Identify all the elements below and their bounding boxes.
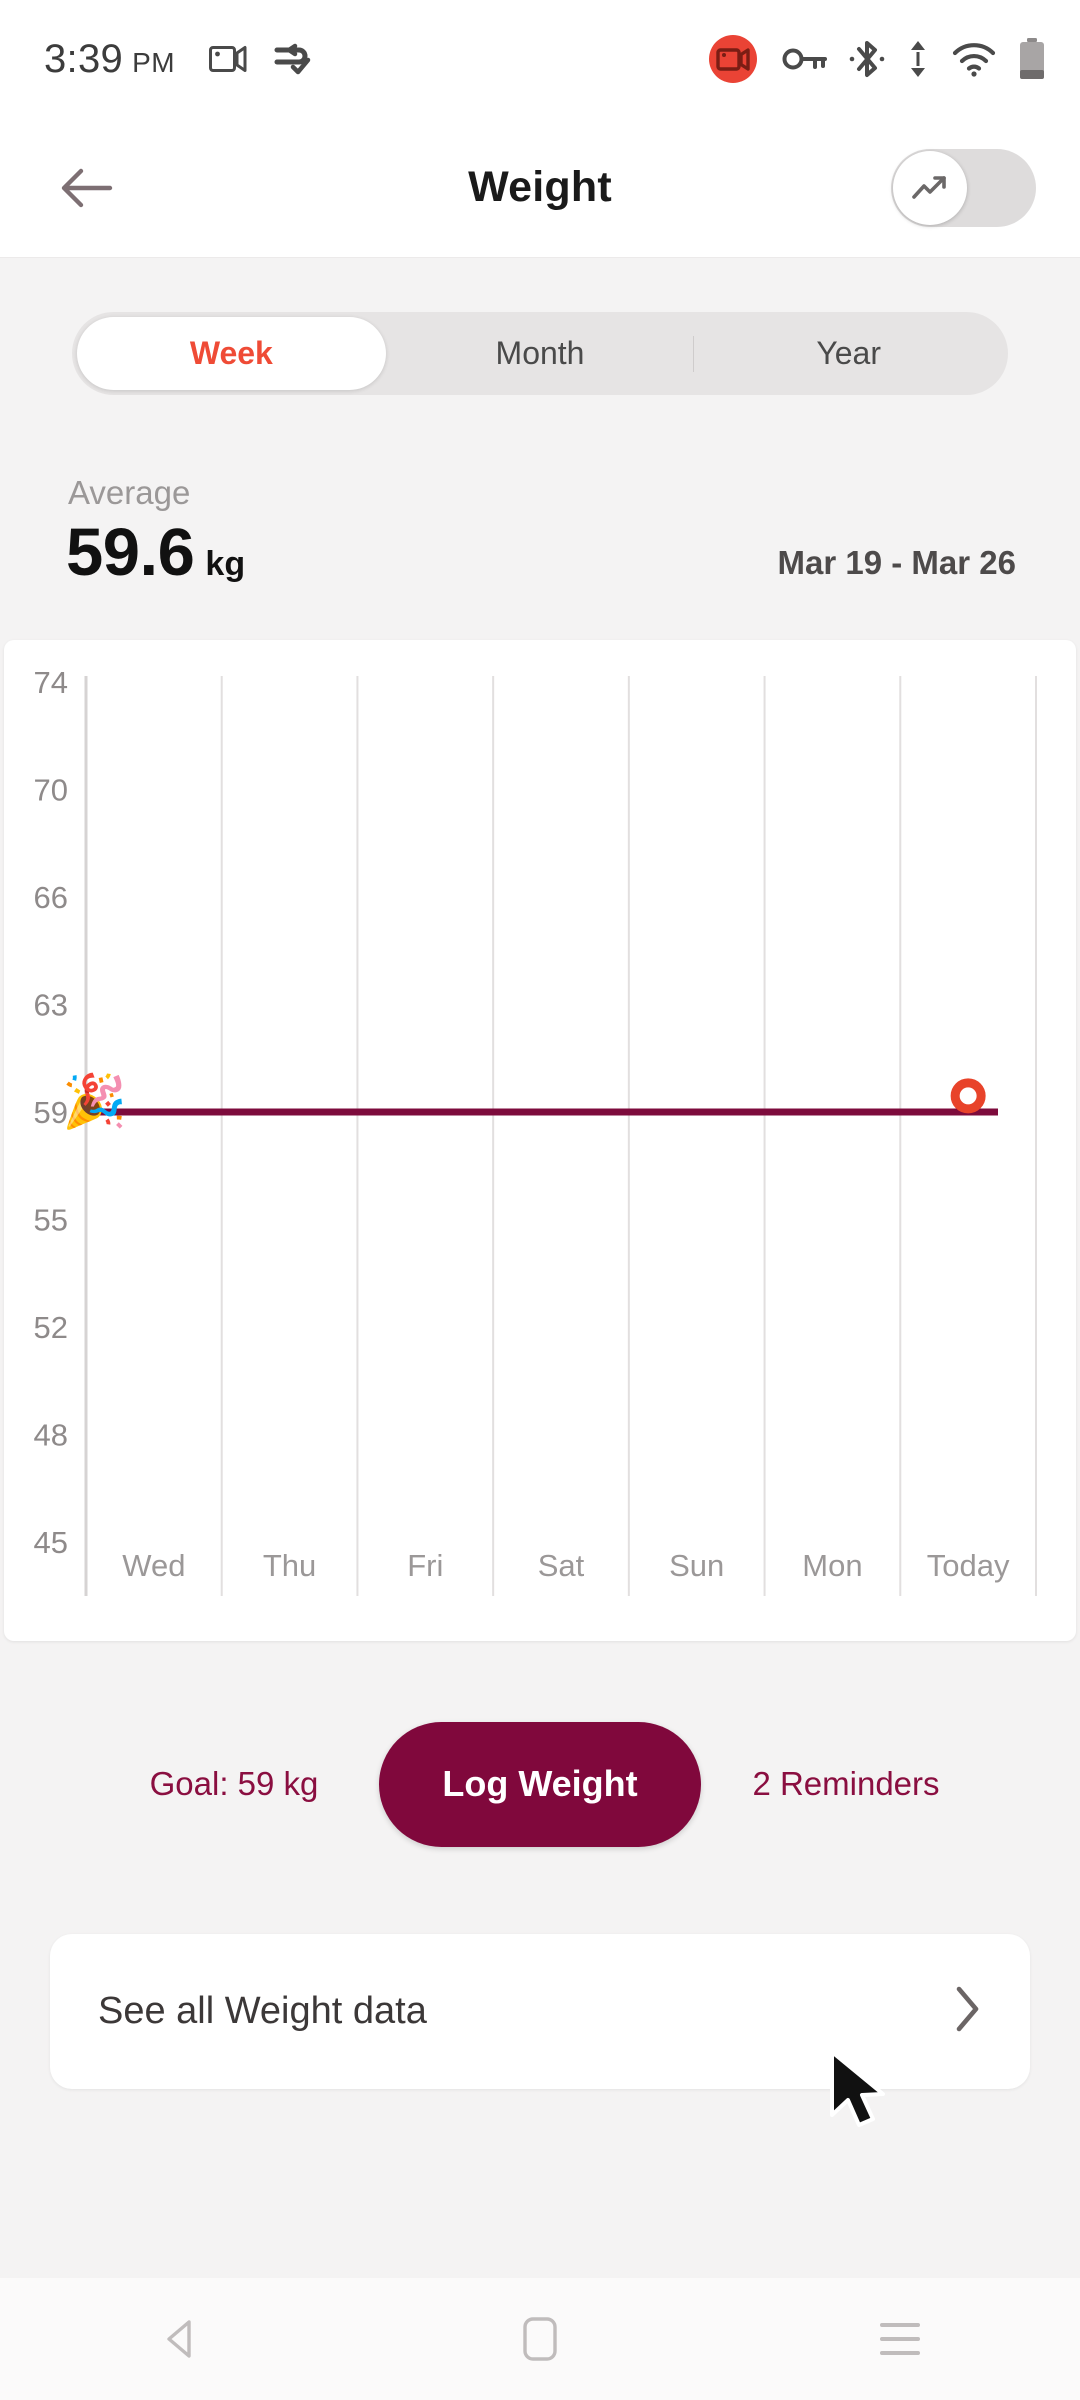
- svg-text:55: 55: [34, 1203, 68, 1238]
- average-unit: kg: [205, 545, 246, 583]
- nav-home-icon: [523, 2317, 557, 2361]
- average-label: Average: [68, 474, 191, 511]
- svg-text:66: 66: [34, 880, 68, 915]
- average-value-row: 59.6 kg: [66, 514, 245, 591]
- see-all-label: See all Weight data: [98, 1990, 427, 2032]
- nav-recents-button[interactable]: [720, 2320, 1080, 2358]
- svg-text:74: 74: [34, 665, 68, 700]
- clock-ampm: PM: [132, 46, 176, 78]
- svg-text:52: 52: [34, 1310, 68, 1345]
- chevron-right-icon: [952, 1984, 982, 2039]
- reminders-link[interactable]: 2 Reminders: [701, 1765, 991, 1803]
- status-bar: 3:39 PM: [0, 0, 1080, 118]
- trending-up-icon: [912, 175, 946, 199]
- wifi-icon: [952, 43, 996, 77]
- weight-chart: 74 70 66 63 59 55 52 48 45 Wed Thu Fri Sat Sun Mon Toda…: [34, 665, 1037, 1596]
- bluetooth-icon: [849, 41, 885, 77]
- see-all-weight-data-card[interactable]: See all Weight data: [50, 1934, 1030, 2089]
- action-row: Goal: 59 kg Log Weight 2 Reminders: [0, 1714, 1080, 1854]
- android-nav-bar: [0, 2278, 1080, 2400]
- svg-text:63: 63: [34, 988, 68, 1023]
- screen-record-icon: [209, 46, 247, 72]
- battery-icon: [1020, 38, 1044, 79]
- svg-text:59: 59: [34, 1095, 68, 1130]
- svg-text:48: 48: [34, 1418, 68, 1453]
- status-bar-left-icons: [209, 42, 313, 76]
- nav-back-icon: [167, 2320, 191, 2358]
- svg-text:Fri: Fri: [407, 1548, 443, 1583]
- svg-text:Thu: Thu: [263, 1548, 316, 1583]
- data-saver-check-icon: [274, 43, 311, 75]
- tab-week-label: Week: [189, 335, 273, 371]
- svg-text:45: 45: [34, 1525, 68, 1560]
- tab-year-label: Year: [816, 335, 881, 371]
- trend-toggle[interactable]: [891, 148, 1036, 227]
- nav-recents-icon: [880, 2323, 920, 2355]
- tab-week[interactable]: Week: [77, 317, 386, 390]
- nav-home-button[interactable]: [360, 2316, 720, 2362]
- weight-chart-card[interactable]: 74 70 66 63 59 55 52 48 45 Wed Thu Fri Sat Sun Mon Toda…: [4, 640, 1076, 1641]
- vpn-key-icon: [782, 48, 827, 70]
- tab-month[interactable]: Month: [386, 317, 695, 390]
- recording-badge-icon: [709, 35, 757, 83]
- tab-month-label: Month: [495, 335, 585, 371]
- back-button[interactable]: [44, 145, 130, 231]
- status-bar-clock: 3:39 PM: [44, 37, 175, 82]
- svg-text:Sun: Sun: [669, 1548, 724, 1583]
- svg-text:Mon: Mon: [802, 1548, 862, 1583]
- period-tabs: Week Month Year: [72, 312, 1008, 395]
- nav-back-button[interactable]: [0, 2318, 360, 2360]
- arrow-left-icon: [61, 168, 113, 207]
- svg-text:Sat: Sat: [538, 1548, 585, 1583]
- log-weight-button[interactable]: Log Weight: [379, 1721, 701, 1847]
- data-transfer-icon: [911, 41, 925, 77]
- average-value: 59.6: [66, 515, 195, 590]
- date-range: Mar 19 - Mar 26: [777, 544, 1016, 581]
- goal-text: Goal: 59 kg: [149, 1765, 319, 1802]
- svg-text:70: 70: [34, 773, 68, 808]
- svg-text:Today: Today: [927, 1548, 1010, 1583]
- app-bar: Weight: [0, 118, 1080, 258]
- trend-toggle-knob: [893, 150, 967, 225]
- main-content: Week Month Year Average 59.6 kg Mar 19 -…: [0, 259, 1080, 2278]
- status-bar-right-icons: [705, 31, 1046, 87]
- svg-text:Wed: Wed: [122, 1548, 185, 1583]
- tab-year[interactable]: Year: [694, 317, 1003, 390]
- clock-time: 3:39: [44, 36, 124, 81]
